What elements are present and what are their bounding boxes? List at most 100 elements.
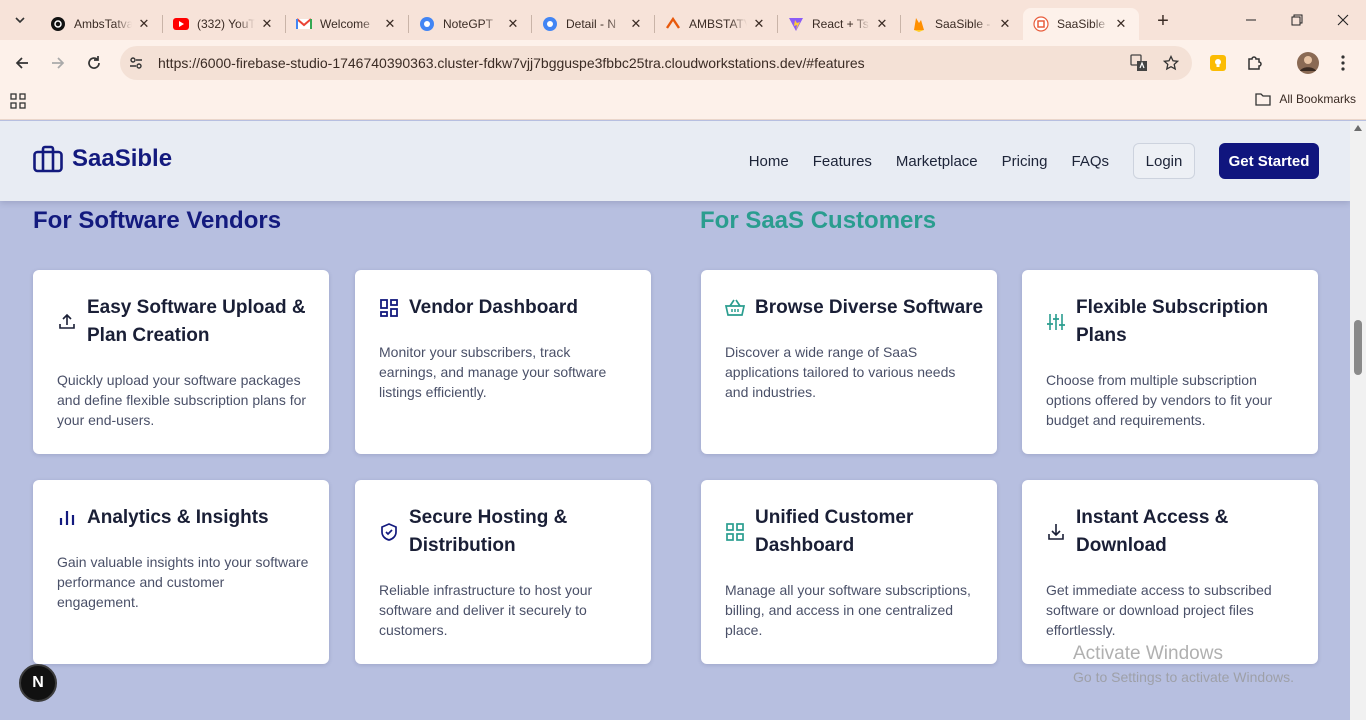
- feature-card: Browse Diverse Software Discover a wide …: [701, 270, 997, 454]
- vendors-section-title: For Software Vendors: [33, 207, 282, 234]
- feature-card: Easy Software Upload & Plan Creation Qui…: [33, 270, 329, 454]
- extensions-menu-button[interactable]: [1239, 47, 1271, 79]
- main-nav: Home Features Marketplace Pricing FAQs L…: [749, 143, 1319, 179]
- nav-link-home[interactable]: Home: [749, 153, 789, 170]
- app-icon: [665, 16, 681, 32]
- tab-title: Welcome: [320, 17, 370, 31]
- threads-icon: [50, 16, 66, 32]
- scroll-up-arrow-icon[interactable]: [1354, 125, 1362, 131]
- close-icon[interactable]: ✕: [1113, 16, 1129, 32]
- tab-search-button[interactable]: [8, 8, 32, 32]
- get-started-button[interactable]: Get Started: [1219, 143, 1319, 179]
- chevron-down-icon: [15, 17, 25, 24]
- minimize-button[interactable]: [1228, 0, 1274, 40]
- site-header: SaaSible Home Features Marketplace Prici…: [0, 121, 1350, 201]
- card-title: Unified Customer Dashboard: [755, 507, 914, 556]
- nav-link-features[interactable]: Features: [813, 153, 872, 170]
- new-tab-button[interactable]: +: [1149, 7, 1177, 35]
- youtube-icon: [173, 16, 189, 32]
- close-icon[interactable]: ✕: [382, 16, 398, 32]
- card-description: Gain valuable insights into your softwar…: [57, 554, 309, 610]
- globe-icon: [542, 16, 558, 32]
- browser-tab[interactable]: (332) YouTube ✕: [163, 8, 285, 40]
- restore-icon: [1291, 14, 1303, 26]
- card-description: Discover a wide range of SaaS applicatio…: [725, 344, 956, 400]
- browser-tab[interactable]: Detail - N ✕: [532, 8, 654, 40]
- bookmark-star-icon[interactable]: [1158, 50, 1184, 76]
- browser-tab-strip: AmbsTatva ✕ (332) YouTube ✕ Welcome ✕ No…: [0, 0, 1366, 40]
- tab-title: (332) YouTube: [197, 17, 255, 31]
- card-title: Analytics & Insights: [87, 507, 269, 528]
- close-icon[interactable]: ✕: [628, 16, 644, 32]
- bookmarks-bar: All Bookmarks: [0, 86, 1366, 120]
- more-vert-icon: [1341, 55, 1345, 71]
- browser-tab[interactable]: React + Ts ✕: [778, 8, 900, 40]
- card-title: Browse Diverse Software: [755, 297, 984, 318]
- tune-icon: [130, 57, 142, 69]
- arrow-left-icon: [15, 57, 28, 69]
- forward-button[interactable]: [42, 47, 74, 79]
- card-description: Reliable infrastructure to host your sof…: [379, 582, 593, 638]
- nextjs-dev-badge[interactable]: N: [19, 664, 57, 702]
- card-title: Secure Hosting & Distribution: [409, 507, 568, 556]
- nav-link-pricing[interactable]: Pricing: [1002, 153, 1048, 170]
- saasible-icon: [1033, 16, 1049, 32]
- close-icon[interactable]: ✕: [874, 16, 890, 32]
- close-icon[interactable]: ✕: [751, 16, 767, 32]
- restore-button[interactable]: [1274, 0, 1320, 40]
- close-icon[interactable]: ✕: [136, 16, 152, 32]
- back-button[interactable]: [6, 47, 38, 79]
- address-bar[interactable]: https://6000-firebase-studio-17467403903…: [120, 46, 1192, 80]
- login-button[interactable]: Login: [1133, 143, 1195, 179]
- tab-title: Detail - N: [566, 17, 617, 31]
- feature-card: Analytics & Insights Gain valuable insig…: [33, 480, 329, 664]
- card-title: Instant Access & Download: [1076, 507, 1229, 556]
- feature-card: Secure Hosting & Distribution Reliable i…: [355, 480, 651, 664]
- card-description: Quickly upload your software packages an…: [57, 372, 307, 428]
- avatar-icon: [1297, 52, 1319, 74]
- translate-icon[interactable]: [1126, 50, 1152, 76]
- page-viewport: SaaSible Home Features Marketplace Prici…: [0, 121, 1350, 720]
- url-text[interactable]: https://6000-firebase-studio-17467403903…: [158, 55, 865, 71]
- page-scrollbar[interactable]: [1350, 121, 1366, 720]
- all-bookmarks-button[interactable]: All Bookmarks: [1255, 92, 1356, 106]
- browser-tab[interactable]: NoteGPT ✕: [409, 8, 531, 40]
- puzzle-icon: [1248, 56, 1262, 70]
- browser-tab[interactable]: AMBSTATVA ✕: [655, 8, 777, 40]
- scroll-thumb[interactable]: [1354, 320, 1362, 375]
- gmail-icon: [296, 16, 312, 32]
- reload-button[interactable]: [78, 47, 110, 79]
- all-bookmarks-label: All Bookmarks: [1279, 92, 1356, 106]
- basket-icon: [725, 299, 745, 316]
- profile-avatar[interactable]: [1292, 47, 1324, 79]
- close-icon[interactable]: ✕: [505, 16, 521, 32]
- browser-tab-active[interactable]: SaaSible | ✕: [1023, 8, 1139, 40]
- browser-menu-button[interactable]: [1327, 47, 1359, 79]
- nav-link-faqs[interactable]: FAQs: [1071, 153, 1109, 170]
- browser-tab[interactable]: Welcome ✕: [286, 8, 408, 40]
- feature-card: Unified Customer Dashboard Manage all yo…: [701, 480, 997, 664]
- sliders-icon: [1047, 314, 1065, 330]
- keep-icon: [1210, 55, 1226, 71]
- close-icon[interactable]: ✕: [259, 16, 275, 32]
- card-description: Get immediate access to subscribed softw…: [1046, 582, 1272, 638]
- browser-tab[interactable]: SaaSible - ✕: [901, 8, 1023, 40]
- globe-icon: [419, 16, 435, 32]
- apps-grid-icon[interactable]: [10, 93, 30, 113]
- nav-link-marketplace[interactable]: Marketplace: [896, 153, 978, 170]
- extension-button[interactable]: [1202, 47, 1234, 79]
- download-icon: [1048, 524, 1064, 540]
- vite-icon: [788, 16, 804, 32]
- close-icon[interactable]: ✕: [997, 16, 1013, 32]
- browser-tab[interactable]: AmbsTatva ✕: [40, 8, 162, 40]
- brand-logo[interactable]: SaaSible: [33, 145, 172, 173]
- close-window-button[interactable]: [1320, 0, 1366, 40]
- site-info-button[interactable]: [122, 49, 150, 77]
- card-description: Choose from multiple subscription option…: [1046, 372, 1273, 428]
- windows-activation-watermark: Activate Windows Go to Settings to activ…: [1073, 643, 1294, 685]
- shield-check-icon: [381, 523, 397, 541]
- card-title: Vendor Dashboard: [409, 297, 578, 318]
- reload-icon: [88, 56, 100, 69]
- tab-title: SaaSible |: [1057, 17, 1109, 31]
- upload-icon: [59, 313, 75, 329]
